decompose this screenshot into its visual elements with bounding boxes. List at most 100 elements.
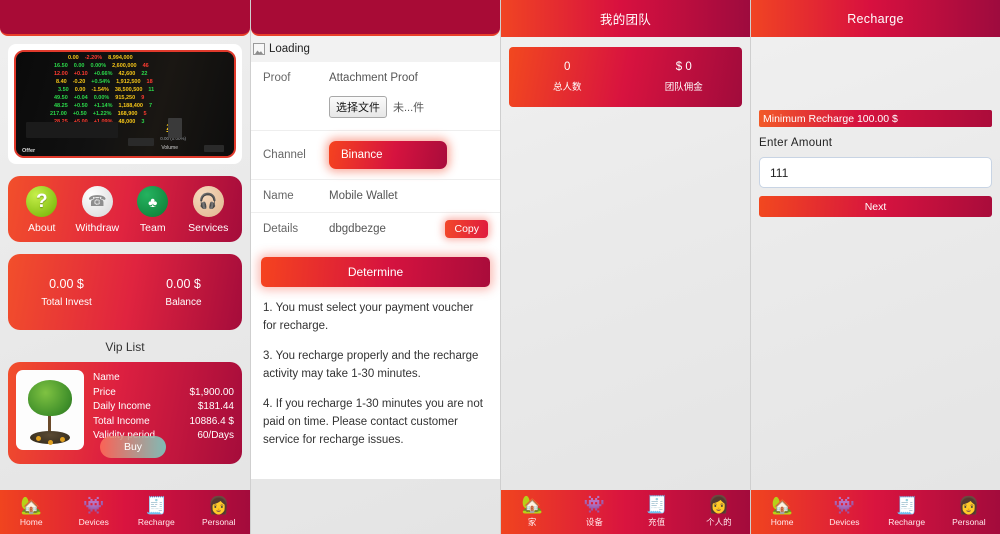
nav-item-personal[interactable]: 👩 Personal <box>188 497 251 528</box>
quick-action-label: Withdraw <box>75 222 120 234</box>
loading-alt-text: Loading <box>269 43 310 55</box>
quick-action-team[interactable]: ♣ Team <box>125 186 181 234</box>
vip-row-value: 60/Days <box>197 430 234 441</box>
name-value: Mobile Wallet <box>329 190 398 202</box>
vip-row-label: Total Income <box>93 415 150 427</box>
stock-ticker-image: 0.00 -2.20% 8,994,000 16.50 0.00 0.00% 2,600,… <box>14 50 236 158</box>
file-picker-row[interactable]: 选择文件 未...件 <box>251 94 500 130</box>
nav-item-devices[interactable]: 👾 设备 <box>563 496 625 528</box>
recharge-icon: 🧾 <box>646 495 668 514</box>
vip-row-label: Price <box>93 386 116 398</box>
nav-item-home[interactable]: 🏡 家 <box>501 496 563 528</box>
home-content: 0.00 -2.20% 8,994,000 16.50 0.00 0.00% 2,600,… <box>0 36 250 464</box>
stat-label: 总人数 <box>552 82 582 93</box>
buy-button[interactable]: Buy <box>100 436 166 458</box>
nav-item-recharge[interactable]: 🧾 充值 <box>626 496 688 528</box>
panel-recharge: Recharge Minimum Recharge 100.00 $ Enter… <box>750 0 1000 534</box>
channel-select[interactable]: Binance <box>329 141 447 169</box>
devices-icon: 👾 <box>83 496 105 515</box>
team-stat-members: 0 总人数 <box>509 61 626 93</box>
nav-label: 充值 <box>648 517 666 527</box>
people-circle-icon: ♣ <box>137 186 169 217</box>
home-icon: 🏡 <box>771 496 793 515</box>
panel-team: 我的团队 0 总人数 $ 0 团队佣金 🏡 家 👾 设备 🧾 充值 👩 个人的 <box>500 0 750 534</box>
vip-row-value: 10886.4 $ <box>189 415 235 427</box>
balance-summary-card: 0.00 $ Total Invest 0.00 $ Balance <box>8 254 242 330</box>
nav-item-home[interactable]: 🏡 Home <box>0 497 63 528</box>
form-row-details: Details dbgdbezge Copy <box>251 212 500 245</box>
file-status-text: 未...件 <box>393 102 425 114</box>
form-row-channel: Channel Binance <box>251 130 500 179</box>
home-icon: 🏡 <box>521 495 543 514</box>
stat-value: 0.00 $ <box>166 276 201 291</box>
vip-row: Daily Income $181.44 <box>93 400 234 415</box>
copy-button[interactable]: Copy <box>445 220 488 238</box>
screenshot-stage: 0.00 -2.20% 8,994,000 16.50 0.00 0.00% 2,600,… <box>0 0 1000 534</box>
quick-action-label: Team <box>139 222 166 234</box>
recharge-icon: 🧾 <box>145 496 167 515</box>
vip-product-card[interactable]: Name Price $1,900.00 Daily Income $181.44 … <box>8 362 242 464</box>
nav-item-personal[interactable]: 👩 Personal <box>938 497 1000 528</box>
home-header-bar <box>0 0 250 36</box>
amount-input[interactable] <box>759 157 992 188</box>
stat-value: 0.00 $ <box>49 276 84 291</box>
choose-file-button[interactable]: 选择文件 <box>329 96 387 118</box>
vip-row-value: $1,900.00 <box>189 386 235 398</box>
vip-row: Total Income 10886.4 $ <box>93 415 234 430</box>
devices-icon: 👾 <box>833 496 855 515</box>
page-title: Recharge <box>847 11 904 26</box>
nav-label: Home <box>770 517 794 527</box>
panel-proof: Loading Proof Attachment Proof 选择文件 未...… <box>250 0 500 534</box>
quick-action-about[interactable]: ? About <box>14 186 70 234</box>
nav-label: 个人的 <box>706 517 732 527</box>
vip-row-value: $181.44 <box>197 401 234 412</box>
money-tree-image <box>16 370 84 450</box>
recharge-header: Recharge <box>751 0 1000 37</box>
vip-row: Name <box>93 371 234 386</box>
nav-item-home[interactable]: 🏡 Home <box>751 496 813 528</box>
nav-item-personal[interactable]: 👩 个人的 <box>688 496 750 528</box>
proof-label: Proof <box>263 72 291 84</box>
form-row-proof: Proof Attachment Proof <box>251 62 500 94</box>
stat-label: 团队佣金 <box>664 82 703 93</box>
next-button[interactable]: Next <box>759 196 992 217</box>
devices-icon: 👾 <box>583 495 605 514</box>
nav-label: 设备 <box>585 517 603 527</box>
page-title: 我的团队 <box>599 13 652 27</box>
nav-label: Home <box>19 517 43 527</box>
vip-row-label: Daily Income <box>93 401 151 412</box>
recharge-notes: 1. You must select your payment voucher … <box>251 287 500 479</box>
form-row-name: Name Mobile Wallet <box>251 179 500 212</box>
question-mark-icon: ? <box>26 186 58 217</box>
nav-item-recharge[interactable]: 🧾 Recharge <box>876 497 938 528</box>
phone-icon: ☎ <box>81 186 113 217</box>
broken-image-icon <box>253 43 265 55</box>
vip-list-title: Vip List <box>105 340 145 354</box>
quick-action-label: About <box>28 222 56 234</box>
bottom-nav-team: 🏡 家 👾 设备 🧾 充值 👩 个人的 <box>501 490 750 534</box>
nav-label: Personal <box>952 517 986 527</box>
nav-item-devices[interactable]: 👾 Devices <box>63 496 126 528</box>
minimum-recharge-banner: Minimum Recharge 100.00 $ <box>759 110 992 127</box>
nav-item-devices[interactable]: 👾 Devices <box>813 496 875 528</box>
vip-row: Price $1,900.00 <box>93 386 234 401</box>
details-value: dbgdbezge <box>329 223 386 235</box>
proof-header-bar <box>251 0 500 36</box>
stat-label: Total Invest <box>41 296 92 308</box>
quick-action-label: Services <box>188 222 229 234</box>
enter-amount-label: Enter Amount <box>759 137 833 149</box>
stat-value: 0 <box>564 61 571 73</box>
ticker-volume-label: Volume <box>161 145 178 151</box>
quick-action-withdraw[interactable]: ☎ Withdraw <box>70 186 126 234</box>
quick-action-services[interactable]: 🎧 Services <box>181 186 237 234</box>
person-icon: 👩 <box>708 495 730 514</box>
bottom-nav-recharge: 🏡 Home 👾 Devices 🧾 Recharge 👩 Personal <box>751 490 1000 534</box>
stat-total-invest: 0.00 $ Total Invest <box>8 277 125 308</box>
name-label: Name <box>263 190 294 202</box>
channel-label: Channel <box>263 149 306 161</box>
determine-button[interactable]: Determine <box>261 257 490 287</box>
nav-item-recharge[interactable]: 🧾 Recharge <box>125 496 188 528</box>
loading-broken-image: Loading <box>251 36 500 62</box>
stat-value: $ 0 <box>675 61 692 73</box>
nav-label: Devices <box>829 517 860 527</box>
